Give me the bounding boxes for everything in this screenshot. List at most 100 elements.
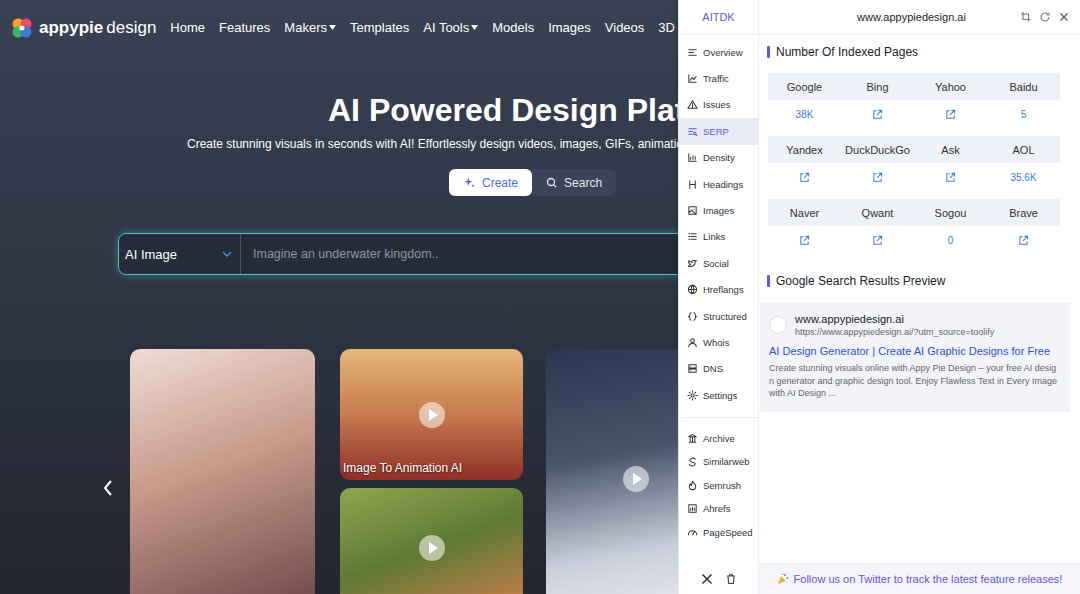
- engine-value: 38K: [768, 100, 841, 128]
- engine-value: 35.6K: [987, 163, 1060, 191]
- engine-value: [987, 226, 1060, 254]
- logo[interactable]: appypiedesign: [10, 16, 156, 40]
- image-icon: [687, 205, 698, 216]
- sidebar-item[interactable]: Hreflangs: [679, 277, 758, 303]
- play-button[interactable]: [419, 402, 445, 428]
- mode-button[interactable]: Create: [449, 169, 532, 196]
- twitter-banner[interactable]: Follow us on Twitter to track the latest…: [759, 563, 1080, 594]
- play-button[interactable]: [623, 466, 649, 492]
- external-link-icon[interactable]: [799, 235, 810, 246]
- type-select[interactable]: AI Image: [119, 234, 241, 274]
- engine-block: GoogleBingYahooBaidu38K5: [768, 73, 1060, 128]
- sidebar-item[interactable]: Settings: [679, 382, 758, 408]
- crop-icon[interactable]: [1020, 11, 1032, 23]
- sidebar-item[interactable]: SERP: [679, 118, 758, 144]
- nav-link[interactable]: Makers: [284, 20, 336, 35]
- flower-logo-icon: [10, 16, 34, 40]
- engine-value: [841, 226, 914, 254]
- engine-value: [841, 100, 914, 128]
- x-logo-icon[interactable]: [701, 573, 713, 585]
- sidebar-item[interactable]: Overview: [679, 39, 758, 65]
- external-link-icon[interactable]: [872, 172, 883, 183]
- gallery-card[interactable]: [340, 488, 523, 594]
- external-link-icon[interactable]: [945, 172, 956, 183]
- gallery-card[interactable]: Image To Animation AI: [340, 349, 523, 480]
- list-icon: [687, 231, 698, 242]
- nav-link[interactable]: Images: [548, 20, 591, 35]
- panel-sidebar: OverviewTrafficIssuesSERPDensityHeadings…: [679, 35, 759, 594]
- close-icon[interactable]: [1058, 11, 1070, 23]
- engine-name: Google: [768, 73, 841, 100]
- play-icon: [632, 473, 642, 485]
- line-chart-icon: [687, 73, 698, 84]
- index-count[interactable]: 5: [1021, 109, 1027, 120]
- nav-link[interactable]: Templates: [350, 20, 409, 35]
- sidebar-item[interactable]: Issues: [679, 92, 758, 118]
- engine-name: AOL: [987, 136, 1060, 163]
- nav-link[interactable]: 3D Models: [658, 20, 678, 35]
- tool-link[interactable]: Similarweb: [679, 450, 758, 474]
- logo-suffix: design: [106, 18, 156, 38]
- engine-name: Ask: [914, 136, 987, 163]
- sidebar-divider: [679, 417, 758, 418]
- nav-link[interactable]: Features: [219, 20, 270, 35]
- sidebar-item[interactable]: DNS: [679, 356, 758, 382]
- tool-link[interactable]: Ahrefs: [679, 497, 758, 521]
- external-link-icon[interactable]: [945, 109, 956, 120]
- external-link-icon[interactable]: [1018, 235, 1029, 246]
- mode-button[interactable]: Search: [532, 169, 616, 196]
- panel-body: OverviewTrafficIssuesSERPDensityHeadings…: [679, 35, 1080, 594]
- external-link-icon[interactable]: [872, 235, 883, 246]
- person-icon: [687, 337, 698, 348]
- play-icon: [428, 409, 438, 421]
- hero-subtitle: Create stunning visuals in seconds with …: [0, 137, 678, 152]
- sidebar-item[interactable]: Links: [679, 224, 758, 250]
- nav-link[interactable]: Home: [170, 20, 205, 35]
- external-link-icon[interactable]: [872, 109, 883, 120]
- engine-value: [841, 163, 914, 191]
- sidebar-item[interactable]: Images: [679, 197, 758, 223]
- external-link-icon[interactable]: [799, 172, 810, 183]
- bird-icon: [687, 258, 698, 269]
- engine-value: [914, 100, 987, 128]
- server-icon: [687, 363, 698, 374]
- logo-brand: appypie: [39, 18, 103, 38]
- sidebar-item[interactable]: Traffic: [679, 65, 758, 91]
- trash-icon[interactable]: [725, 573, 737, 585]
- sidebar-item[interactable]: Structured: [679, 303, 758, 329]
- panel-header: AITDKwww.appypiedesign.ai: [679, 0, 1080, 35]
- sidebar-item[interactable]: Headings: [679, 171, 758, 197]
- sidebar-item[interactable]: Density: [679, 145, 758, 171]
- prompt-input[interactable]: Imagine an underwater kingdom..: [241, 247, 439, 261]
- tool-link[interactable]: Semrush: [679, 473, 758, 497]
- url-bar: www.appypiedesign.ai: [759, 0, 1080, 34]
- index-count[interactable]: 0: [948, 235, 954, 246]
- gallery-column: Image To Animation AI: [340, 349, 523, 594]
- sidebar-item[interactable]: Whois: [679, 329, 758, 355]
- sidebar-item[interactable]: Social: [679, 250, 758, 276]
- gallery-card[interactable]: [130, 349, 315, 594]
- tool-link[interactable]: Archive: [679, 426, 758, 450]
- index-count[interactable]: 38K: [796, 109, 814, 120]
- engine-name: Naver: [768, 199, 841, 226]
- globe-icon: [687, 284, 698, 295]
- caret-down-icon: [329, 25, 336, 30]
- nav-link[interactable]: AI Tools: [423, 20, 478, 35]
- index-count[interactable]: 35.6K: [1010, 172, 1036, 183]
- indexed-pages-table: GoogleBingYahooBaidu38K5YandexDuckDuckGo…: [768, 73, 1060, 254]
- engine-value: 0: [914, 226, 987, 254]
- play-button[interactable]: [419, 535, 445, 561]
- refresh-icon[interactable]: [1039, 11, 1051, 23]
- s-curve-icon: [687, 456, 698, 467]
- section-title: Google Search Results Preview: [759, 254, 1080, 288]
- engine-name: Bing: [841, 73, 914, 100]
- chevron-down-icon: [222, 251, 232, 257]
- tool-link[interactable]: PageSpeed: [679, 520, 758, 544]
- preview-title[interactable]: AI Design Generator | Create AI Graphic …: [769, 345, 1060, 357]
- engine-value: 5: [987, 100, 1060, 128]
- nav-link[interactable]: Videos: [605, 20, 645, 35]
- chevron-left-icon[interactable]: [102, 479, 114, 497]
- gallery-card[interactable]: [546, 349, 678, 594]
- nav-link[interactable]: Models: [492, 20, 534, 35]
- engine-value: [768, 163, 841, 191]
